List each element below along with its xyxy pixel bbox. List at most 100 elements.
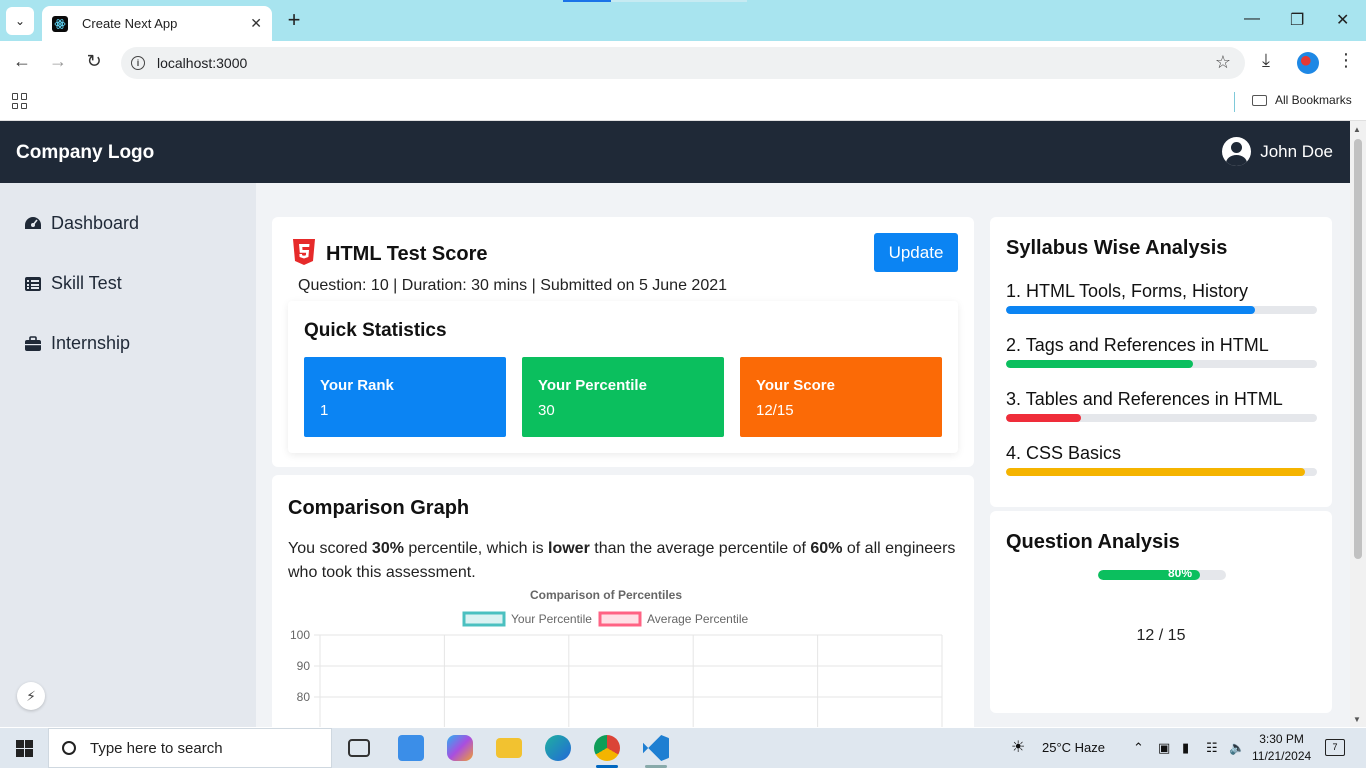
sidebar: Dashboard Skill Test Internship ⚡	[0, 183, 256, 727]
weather-text[interactable]: 25°C Haze	[1042, 740, 1105, 755]
tab-close-icon[interactable]: ✕	[250, 15, 262, 32]
wifi-icon[interactable]: ☷	[1206, 740, 1218, 756]
progress-track	[1006, 306, 1317, 314]
stat-label: Your Percentile	[538, 377, 647, 394]
text-bold-segment: 60%	[810, 540, 843, 557]
profile-avatar[interactable]	[1297, 52, 1319, 74]
text-bold-segment: 30%	[371, 540, 404, 557]
windows-taskbar: Type here to search ☀ 25°C Haze ⌃ ▣ ▮ ☷ …	[0, 728, 1366, 768]
search-icon	[62, 741, 76, 755]
address-bar[interactable]: i localhost:3000 ☆	[121, 47, 1245, 79]
notification-icon[interactable]: 7	[1325, 739, 1345, 756]
copilot-icon[interactable]	[447, 735, 473, 761]
syllabus-item-label: 1. HTML Tools, Forms, History	[1006, 281, 1249, 301]
battery-icon[interactable]: ▮	[1182, 740, 1189, 756]
site-info-icon[interactable]: i	[131, 56, 145, 70]
list-icon	[24, 276, 42, 292]
syllabus-analysis-card: Syllabus Wise Analysis 1. HTML Tools, Fo…	[990, 217, 1332, 507]
store-icon[interactable]	[398, 735, 424, 761]
sidebar-item-internship[interactable]: Internship	[24, 333, 130, 354]
reload-icon[interactable]: ↻	[82, 51, 106, 72]
sidebar-item-dashboard[interactable]: Dashboard	[24, 213, 139, 234]
download-icon[interactable]: ⤓	[1262, 50, 1270, 71]
syllabus-item: 2. Tags and References in HTML	[1006, 335, 1317, 368]
progress-fill	[1006, 414, 1081, 422]
score-title: HTML Test Score	[326, 243, 488, 265]
legend-swatch	[598, 611, 642, 627]
sidebar-item-skill-test[interactable]: Skill Test	[24, 273, 122, 294]
sidebar-item-label: Internship	[51, 333, 131, 353]
windows-start-icon[interactable]	[16, 740, 33, 757]
quick-statistics-title: Quick Statistics	[304, 320, 447, 341]
taskbar-clock[interactable]: 3:30 PM 11/21/2024	[1252, 731, 1311, 765]
syllabus-item: 4. CSS Basics	[1006, 443, 1317, 476]
stat-label: Your Score	[756, 377, 835, 394]
tab-search-button[interactable]: ⌄	[6, 7, 34, 35]
forward-arrow-icon[interactable]: →	[46, 51, 70, 72]
stat-percentile: Your Percentile 30	[522, 357, 724, 437]
page-scrollbar[interactable]: ▲ ▼	[1350, 121, 1366, 727]
scrollbar-thumb[interactable]	[1354, 139, 1362, 559]
chrome-icon[interactable]	[594, 735, 620, 761]
stat-value: 12/15	[756, 402, 794, 419]
text-bold-segment: lower	[548, 540, 590, 557]
tabstrip-accent-2	[611, 0, 747, 2]
taskbar-search[interactable]: Type here to search	[48, 728, 332, 768]
apps-grid-icon[interactable]	[12, 93, 28, 109]
text-segment: percentile, which is	[403, 540, 549, 557]
question-count: 12 / 15	[1136, 627, 1186, 644]
lightning-icon[interactable]: ⚡	[17, 682, 45, 710]
restore-icon[interactable]: ❐	[1290, 10, 1304, 30]
stat-score: Your Score 12/15	[740, 357, 942, 437]
main-content: HTML Test Score Update Question: 10 | Du…	[256, 183, 1350, 727]
dashboard-icon	[24, 216, 42, 232]
search-placeholder: Type here to search	[90, 739, 223, 757]
syllabus-title: Syllabus Wise Analysis	[1006, 237, 1228, 259]
scroll-up-icon[interactable]: ▲	[1353, 125, 1361, 134]
stat-rank: Your Rank 1	[304, 357, 506, 437]
progress-fill	[1006, 306, 1255, 314]
quick-statistics-card: Quick Statistics Your Rank 1 Your Percen…	[288, 301, 958, 453]
company-logo[interactable]: Company Logo	[16, 142, 154, 164]
question-analysis-card: Question Analysis 80% 12 / 15	[990, 511, 1332, 713]
volume-icon[interactable]: 🔈	[1229, 740, 1245, 756]
progress-track	[1006, 360, 1317, 368]
browser-tabstrip: ⌄ Create Next App ✕ + — ❐ ✕	[0, 0, 1366, 41]
url-text: localhost:3000	[157, 55, 248, 71]
progress-track	[1006, 468, 1317, 476]
vscode-icon[interactable]	[643, 735, 669, 761]
weather-icon[interactable]: ☀	[1011, 737, 1025, 757]
bookmark-star-icon[interactable]: ☆	[1215, 52, 1231, 73]
top-navbar: Company Logo John Doe	[0, 121, 1350, 183]
html5-icon	[292, 239, 316, 265]
file-explorer-icon[interactable]	[496, 738, 522, 758]
meet-now-icon[interactable]: ▣	[1158, 740, 1170, 756]
browser-tab[interactable]: Create Next App ✕	[42, 6, 272, 41]
all-bookmarks-button[interactable]: All Bookmarks	[1252, 93, 1352, 107]
back-arrow-icon[interactable]: ←	[10, 51, 34, 72]
new-tab-button[interactable]: +	[284, 9, 304, 31]
syllabus-item: 1. HTML Tools, Forms, History	[1006, 281, 1317, 314]
sidebar-item-label: Skill Test	[51, 273, 122, 293]
edge-icon[interactable]	[545, 735, 571, 761]
minimize-icon[interactable]: —	[1244, 10, 1260, 28]
chrome-menu-icon[interactable]: ⋮	[1337, 50, 1355, 71]
update-button[interactable]: Update	[874, 233, 958, 272]
sidebar-item-label: Dashboard	[51, 213, 140, 233]
chart-title: Comparison of Percentiles	[530, 588, 682, 602]
window-close-icon[interactable]: ✕	[1336, 10, 1349, 30]
text-segment: You scored	[288, 540, 372, 557]
y-tick-label: 90	[297, 659, 311, 673]
progress-track	[1006, 414, 1317, 422]
user-menu[interactable]: John Doe	[1222, 137, 1333, 166]
browser-toolbar: ← → ↻ i localhost:3000 ☆ ⤓ ⋮	[0, 41, 1366, 85]
react-favicon-icon	[52, 15, 68, 32]
app-viewport: Company Logo John Doe Dashboard Skill Te…	[0, 121, 1350, 727]
show-hidden-icons-chevron-icon[interactable]: ⌃	[1133, 740, 1144, 756]
comparison-graph-card: Comparison Graph You scored 30% percenti…	[272, 475, 974, 727]
folder-icon	[1252, 94, 1267, 106]
comparison-text: You scored 30% percentile, which is lowe…	[288, 537, 964, 585]
scroll-down-icon[interactable]: ▼	[1353, 715, 1361, 724]
task-view-icon[interactable]	[348, 739, 370, 757]
comparison-title: Comparison Graph	[288, 497, 470, 519]
